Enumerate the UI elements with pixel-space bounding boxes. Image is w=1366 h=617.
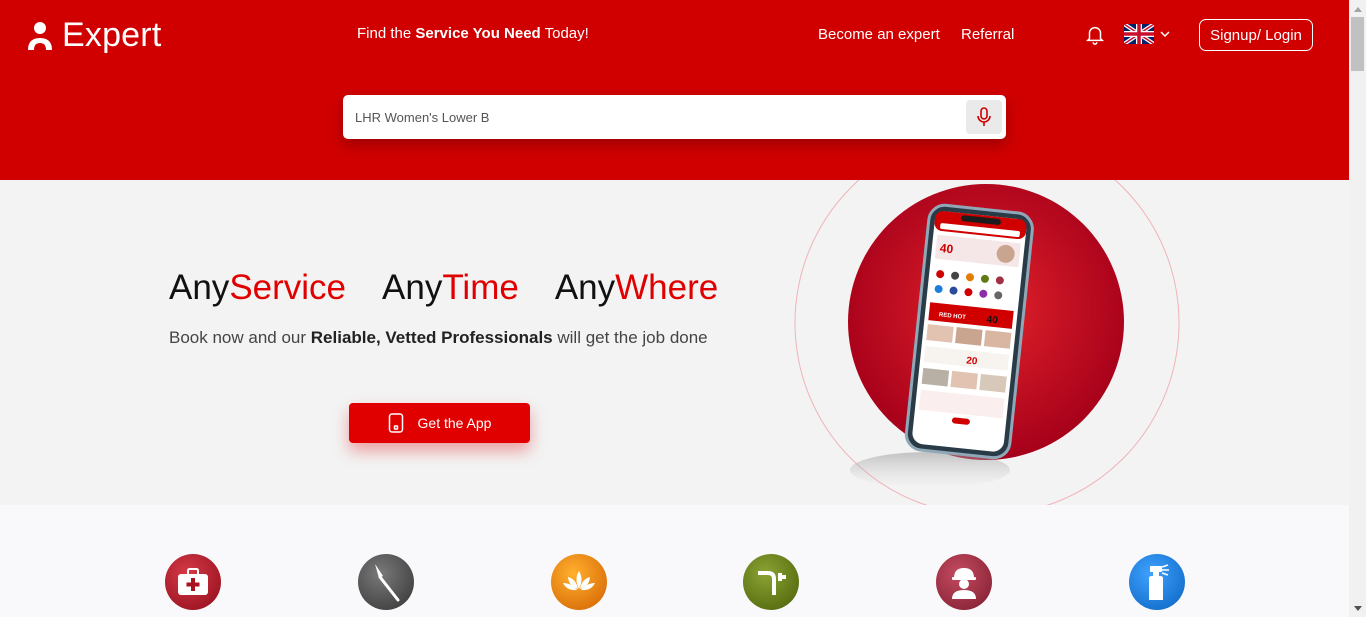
worker-helmet-icon	[952, 568, 976, 599]
tagline: Find the Service You Need Today!	[357, 25, 589, 42]
get-the-app-label: Get the App	[417, 415, 492, 431]
svg-text:20: 20	[966, 355, 979, 367]
headline-accent: Time	[442, 268, 519, 307]
phone-app-illustration: 40 RED HOT 40 20	[794, 180, 1180, 505]
headline-prefix: Any	[382, 268, 443, 307]
scroll-down-arrow-icon[interactable]	[1349, 600, 1366, 617]
headline-time: AnyTime	[382, 268, 519, 308]
hero-subline: Book now and our Reliable, Vetted Profes…	[169, 328, 708, 348]
category-strip	[0, 505, 1349, 617]
tagline-prefix: Find the	[357, 25, 416, 42]
tagline-suffix: Today!	[540, 25, 589, 42]
makeup-brush-icon	[375, 564, 400, 602]
hero-section: AnyService AnyTime AnyWhere Book now and…	[0, 180, 1349, 505]
spray-bottle-icon	[1149, 564, 1169, 600]
headline-service: AnyService	[169, 268, 346, 308]
search-input[interactable]	[355, 95, 955, 139]
bell-icon[interactable]	[1084, 23, 1106, 45]
referral-link[interactable]: Referral	[961, 26, 1014, 43]
voice-search-button[interactable]	[966, 100, 1002, 134]
headline-accent: Service	[229, 268, 347, 307]
subline-bold: Reliable, Vetted Professionals	[310, 328, 553, 347]
tagline-bold: Service You Need	[415, 25, 541, 42]
plumbing-pipe-icon	[758, 571, 786, 595]
category-beauty[interactable]	[358, 554, 414, 610]
phone-icon	[388, 413, 403, 433]
signup-login-button[interactable]: Signup/ Login	[1199, 19, 1313, 51]
person-logo-icon	[28, 21, 52, 50]
hero-headline: AnyService AnyTime AnyWhere	[169, 268, 718, 308]
lotus-icon	[563, 571, 595, 591]
scroll-up-arrow-icon[interactable]	[1349, 0, 1366, 17]
get-the-app-button[interactable]: Get the App	[349, 403, 530, 443]
search-bar	[343, 95, 1006, 139]
svg-text:40: 40	[986, 314, 999, 326]
microphone-icon	[977, 107, 991, 126]
headline-prefix: Any	[169, 268, 230, 307]
headline-accent: Where	[615, 268, 719, 307]
logo-text: Expert	[62, 16, 162, 54]
scrollbar-thumb[interactable]	[1351, 17, 1364, 71]
subline-suffix: will get the job done	[552, 328, 708, 347]
svg-text:40: 40	[939, 241, 954, 256]
category-cleaning[interactable]	[1129, 554, 1185, 610]
category-wellness[interactable]	[551, 554, 607, 610]
category-medical[interactable]	[165, 554, 221, 610]
subline-prefix: Book now and our	[169, 328, 311, 347]
logo[interactable]: Expert	[26, 16, 161, 55]
page-scrollbar[interactable]	[1349, 0, 1366, 617]
site-header: Expert Find the Service You Need Today! …	[0, 0, 1349, 180]
language-selector[interactable]	[1124, 24, 1170, 44]
become-expert-link[interactable]: Become an expert	[818, 26, 940, 43]
uk-flag-icon	[1124, 24, 1154, 44]
category-plumbing[interactable]	[743, 554, 799, 610]
chevron-down-icon	[1160, 31, 1170, 38]
first-aid-kit-icon	[178, 568, 208, 595]
category-handyman[interactable]	[936, 554, 992, 610]
headline-where: AnyWhere	[555, 268, 718, 308]
headline-prefix: Any	[554, 268, 616, 307]
